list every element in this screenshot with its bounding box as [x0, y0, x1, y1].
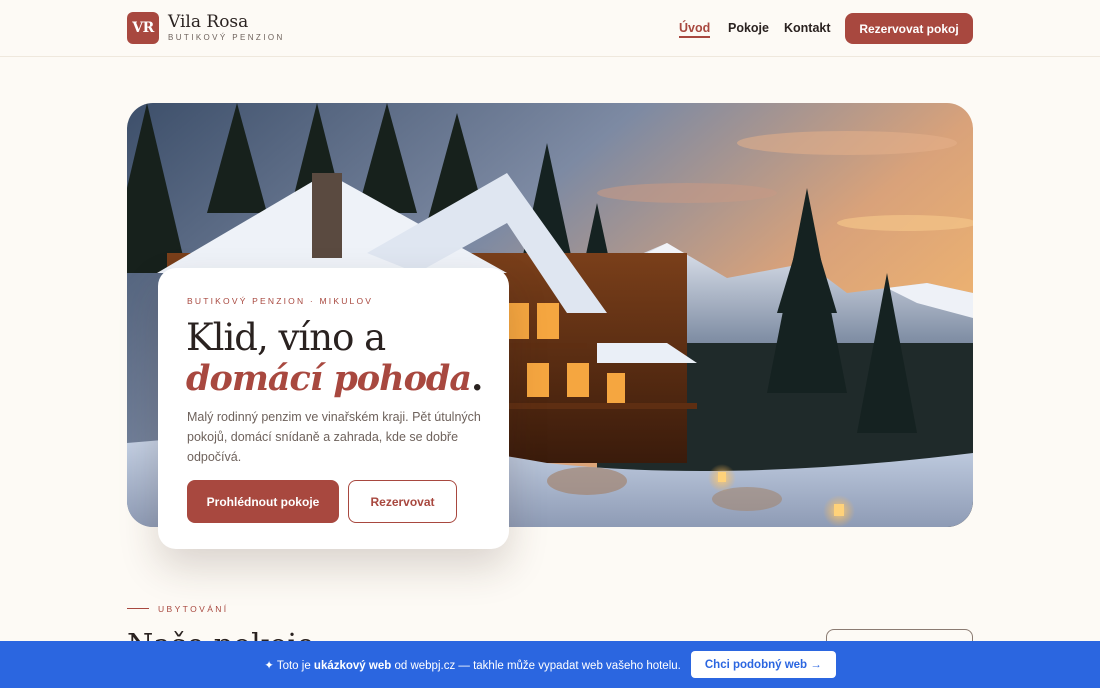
banner-text: ✦ Toto je ukázkový web od webpj.cz — tak… [264, 658, 681, 672]
brand-name[interactable]: Vila Rosa [168, 12, 248, 32]
headline-accent-text: domácí pohoda [186, 358, 472, 399]
banner-bold: ukázkový web [313, 659, 392, 672]
view-rooms-button[interactable]: Prohlédnout pokoje [187, 480, 339, 523]
section-eyebrow: UBYTOVÁNÍ [158, 604, 229, 614]
hero-headline-accent: domácí pohoda. [186, 358, 483, 399]
hero-headline: Klid, víno a [186, 316, 386, 359]
banner-suffix: od webpj.cz — takhle může vypadat web va… [391, 659, 681, 672]
want-similar-web-button[interactable]: Chci podobný web → [690, 651, 836, 678]
demo-banner: ✦ Toto je ukázkový web od webpj.cz — tak… [0, 641, 1100, 688]
hero-card: BUTIKOVÝ PENZION · MIKULOV Klid, víno a … [158, 268, 509, 549]
section-divider [127, 608, 149, 609]
reserve-button[interactable]: Rezervovat [348, 480, 457, 523]
logo-badge[interactable]: VR [127, 12, 159, 44]
nav-link-kontakt[interactable]: Kontakt [784, 21, 831, 35]
site-header: VR Vila Rosa BUTIKOVÝ PENZION Úvod Pokoj… [0, 0, 1100, 57]
hero-eyebrow: BUTIKOVÝ PENZION · MIKULOV [187, 296, 374, 306]
brand-tagline: BUTIKOVÝ PENZION [168, 33, 285, 42]
nav-link-uvod[interactable]: Úvod [679, 21, 711, 38]
banner-prefix: ✦ Toto je [264, 659, 314, 672]
nav-link-pokoje[interactable]: Pokoje [728, 21, 769, 35]
headline-period: . [471, 358, 483, 399]
reserve-room-button[interactable]: Rezervovat pokoj [845, 13, 973, 44]
hero-lead: Malý rodinný penzim ve vinařském kraji. … [187, 410, 481, 464]
